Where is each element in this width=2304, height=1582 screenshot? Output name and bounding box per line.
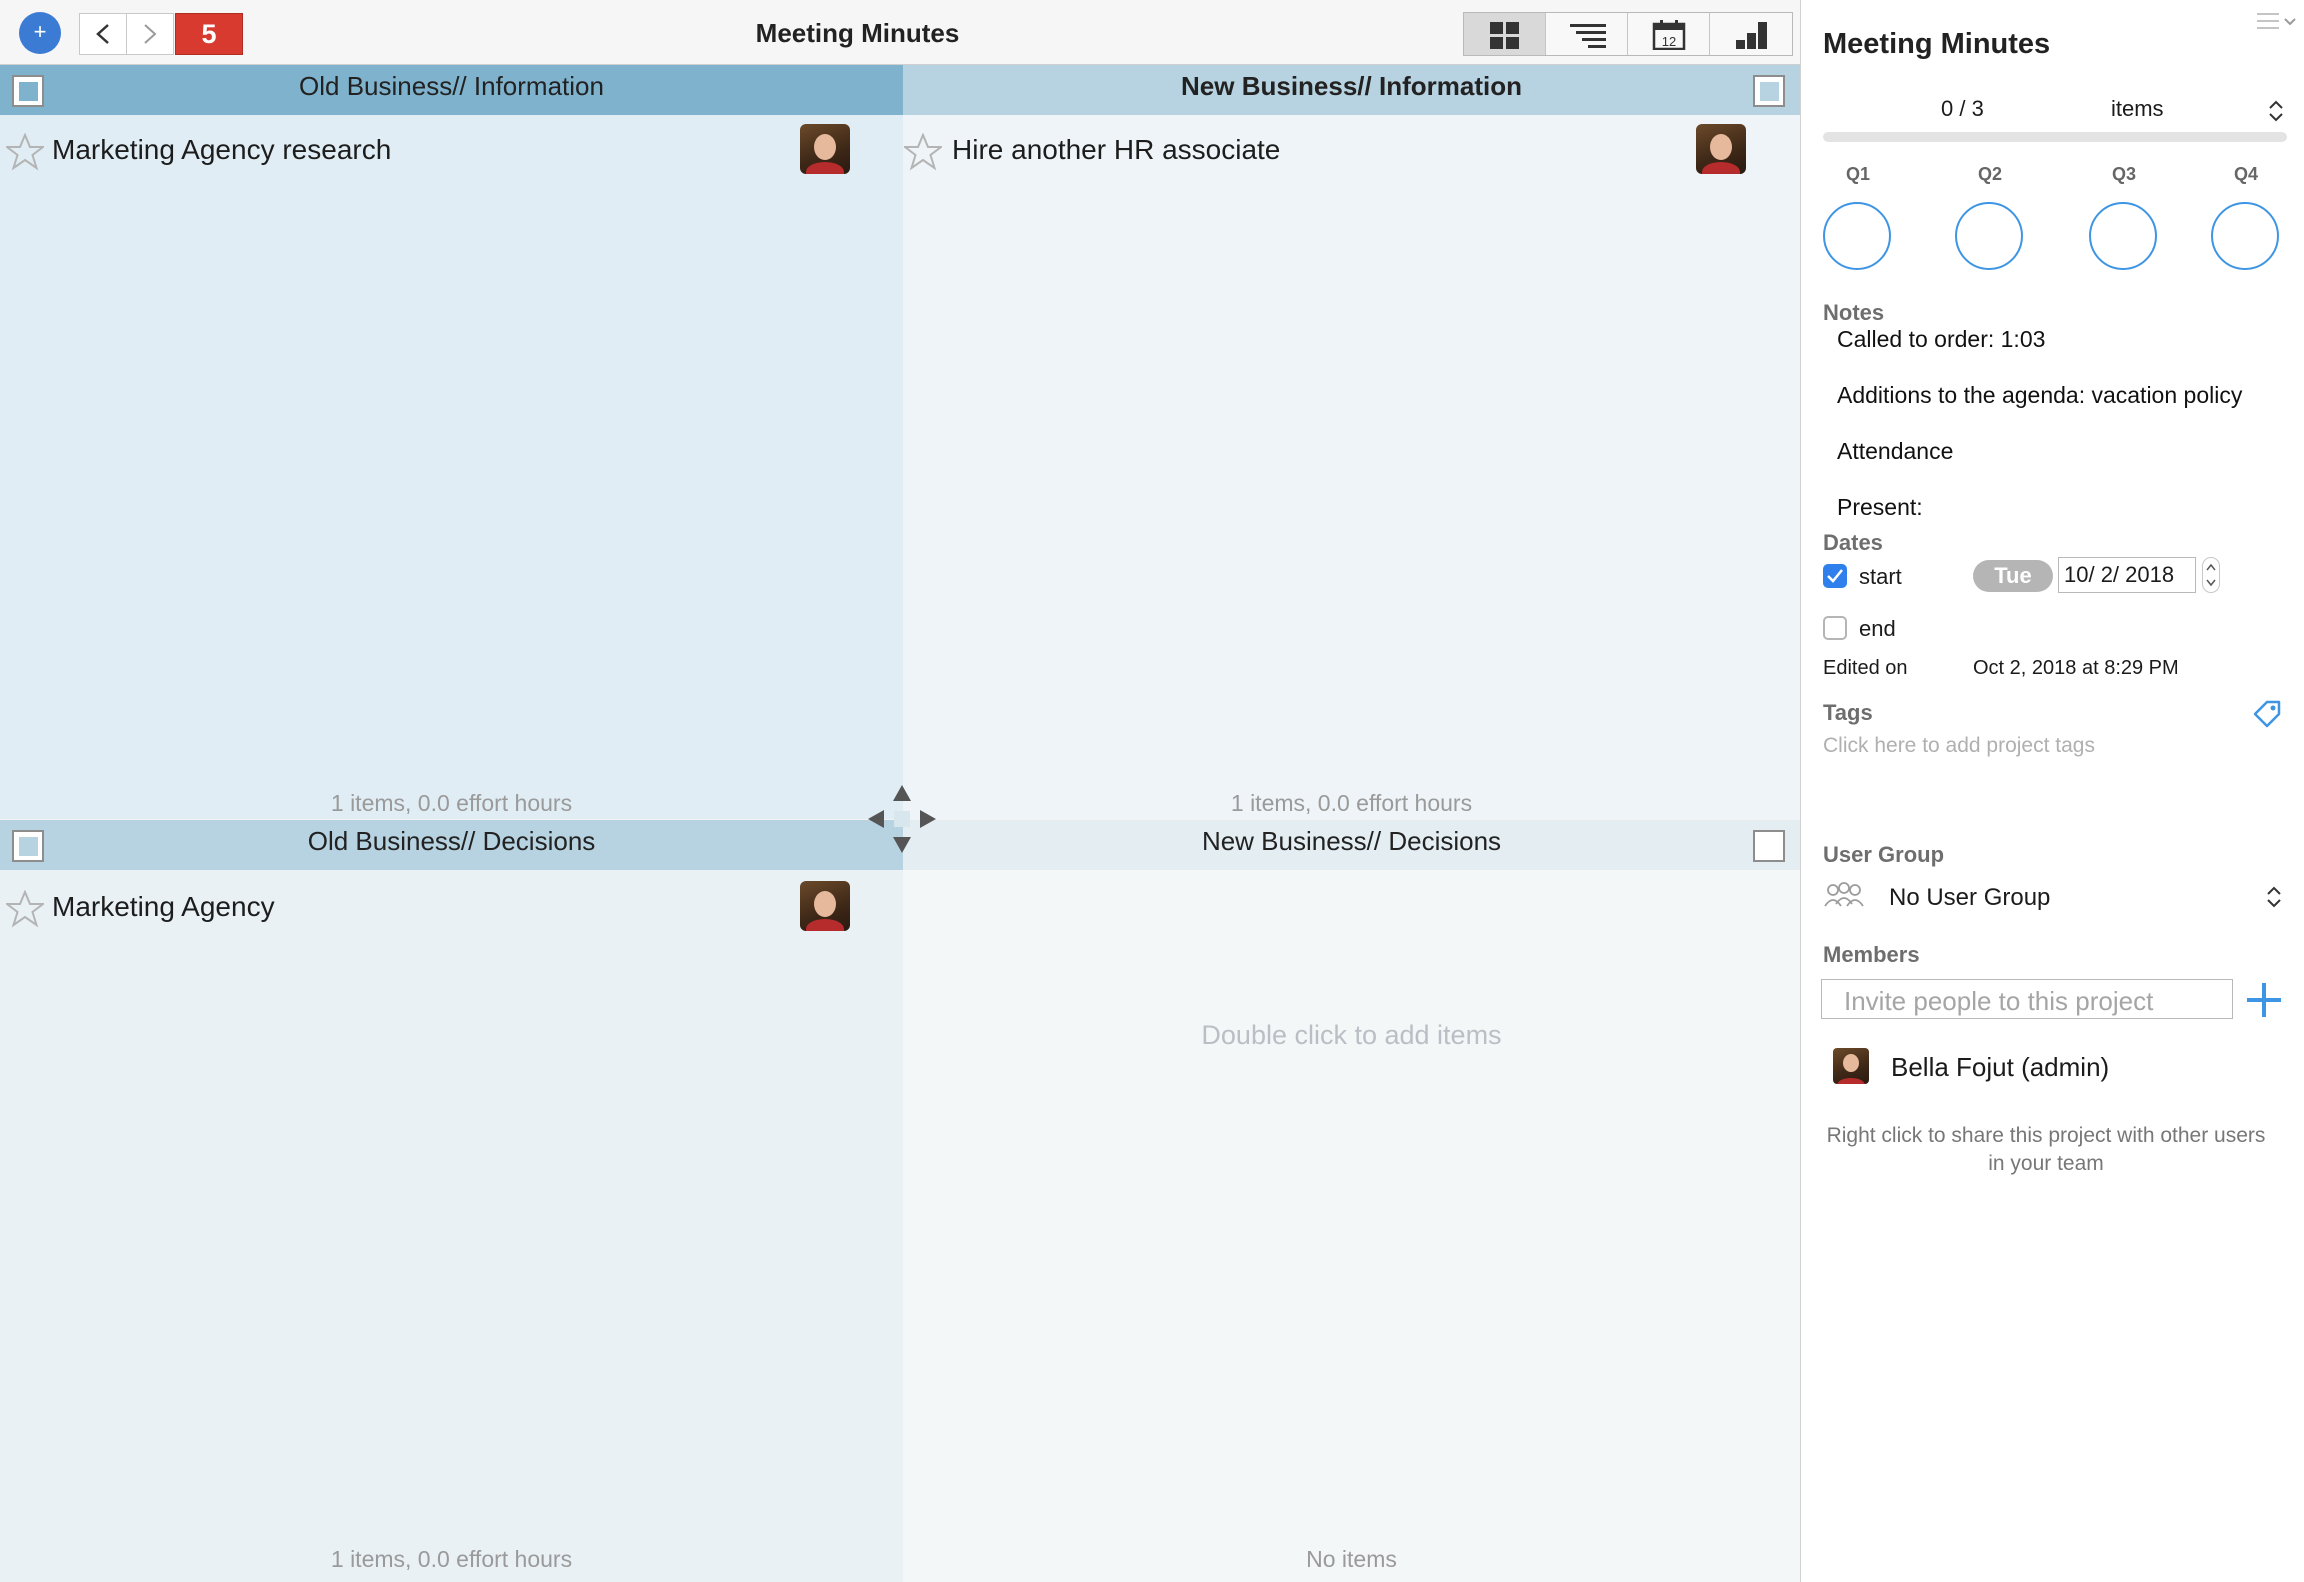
- date-stepper[interactable]: [2202, 557, 2220, 593]
- star-icon[interactable]: [904, 133, 942, 171]
- chevron-up-down-icon[interactable]: [2267, 98, 2285, 124]
- quadrant-old-business-information[interactable]: Old Business// Information Marketing Age…: [0, 65, 903, 819]
- note-line: Attendance: [1837, 438, 1954, 464]
- calendar-day-number: 12: [1662, 34, 1676, 49]
- quadrant-new-business-decisions[interactable]: New Business// Decisions Double click to…: [903, 820, 1800, 1582]
- assignee-avatar[interactable]: [800, 124, 850, 174]
- quadrant-header: Old Business// Information: [0, 65, 903, 115]
- outline-list-icon: [1570, 24, 1606, 48]
- task-item[interactable]: Marketing Agency research: [0, 121, 903, 177]
- quadrant-title: New Business// Decisions: [1201, 826, 1502, 856]
- outline-view-button[interactable]: [1546, 13, 1628, 55]
- stepper-arrows-icon: [2206, 563, 2216, 587]
- tags-input[interactable]: Click here to add project tags: [1823, 734, 2095, 758]
- member-name: Bella Fojut (admin): [1891, 1052, 2110, 1082]
- start-date-checkbox[interactable]: [1823, 564, 1847, 588]
- progress-unit-label: items: [2111, 96, 2164, 121]
- end-date-checkbox[interactable]: [1823, 616, 1847, 640]
- quadrant-summary: 1 items, 0.0 effort hours: [1230, 790, 1473, 816]
- user-group-icon: [1824, 882, 1864, 907]
- quadrant-title: Old Business// Information: [299, 71, 604, 101]
- edited-on-label: Edited on: [1823, 657, 1908, 679]
- quadrant-title: New Business// Information: [1181, 71, 1522, 101]
- quarter-label-q2: Q2: [1977, 164, 2002, 184]
- progress-bar: [1823, 132, 2287, 142]
- chart-view-button[interactable]: [1710, 13, 1791, 55]
- edited-on-value: Oct 2, 2018 at 8:29 PM: [1973, 657, 2179, 679]
- quadrant-title: Old Business// Decisions: [307, 826, 596, 856]
- start-date-field[interactable]: 10/ 2/ 2018: [2058, 557, 2196, 593]
- quadrant-new-business-information[interactable]: New Business// Information Hire another …: [903, 65, 1800, 819]
- start-label: start: [1859, 564, 1902, 589]
- invite-people-input[interactable]: Invite people to this project: [1821, 979, 2233, 1019]
- notification-count-badge[interactable]: 5: [175, 13, 243, 55]
- chevron-up-down-icon[interactable]: [2265, 884, 2283, 910]
- bar-chart-icon: [1736, 22, 1767, 49]
- quadrant-header: Old Business// Decisions: [0, 820, 903, 870]
- quadrant-summary: 1 items, 0.0 effort hours: [330, 790, 573, 816]
- quarter-progress-q2[interactable]: [1955, 202, 2023, 270]
- quarter-progress-q4[interactable]: [2211, 202, 2279, 270]
- task-item[interactable]: Hire another HR associate: [903, 121, 1800, 177]
- quadrant-summary: No items: [1306, 1546, 1397, 1572]
- progress-unit-select[interactable]: items: [2111, 96, 2164, 122]
- quadrant-resize-handle-icon[interactable]: [866, 783, 938, 855]
- share-project-hint: Right click to share this project with o…: [1826, 1124, 2266, 1175]
- dates-label: Dates: [1823, 530, 1883, 555]
- tag-icon[interactable]: [2251, 698, 2283, 730]
- quarter-progress-q1[interactable]: [1823, 202, 1891, 270]
- end-label: end: [1859, 616, 1896, 641]
- member-avatar: [1833, 1048, 1869, 1084]
- start-weekday-pill: Tue: [1973, 560, 2053, 592]
- quarter-label-q3: Q3: [2111, 164, 2136, 184]
- calendar-icon: 12: [1652, 20, 1686, 50]
- members-label: Members: [1823, 942, 1920, 967]
- quarter-label-q4: Q4: [2233, 164, 2258, 184]
- note-line: Additions to the agenda: vacation policy: [1837, 382, 2243, 408]
- quadrant-select-checkbox[interactable]: [1753, 830, 1785, 862]
- add-member-plus-icon[interactable]: [2243, 979, 2285, 1021]
- matrix-view-button[interactable]: [1464, 13, 1546, 55]
- empty-quadrant-hint[interactable]: Double click to add items: [903, 1020, 1800, 1051]
- user-group-label: User Group: [1823, 842, 1945, 867]
- quadrant-summary: 1 items, 0.0 effort hours: [330, 1546, 573, 1572]
- window-title: Meeting Minutes: [755, 18, 960, 48]
- note-line: Called to order: 1:03: [1837, 326, 2046, 352]
- star-icon[interactable]: [6, 133, 44, 171]
- note-line: Present:: [1837, 494, 1923, 520]
- forward-button[interactable]: [126, 13, 174, 55]
- add-item-button[interactable]: +: [19, 12, 61, 54]
- chevron-left-icon: [96, 24, 109, 44]
- chevron-right-icon: [144, 24, 157, 44]
- quarter-label-q1: Q1: [1845, 164, 1870, 184]
- task-item[interactable]: Marketing Agency: [0, 878, 903, 934]
- quadrant-header: New Business// Decisions: [903, 820, 1800, 870]
- notes-editor[interactable]: Called to order: 1:03 Additions to the a…: [1801, 326, 2304, 526]
- quadrant-old-business-decisions[interactable]: Old Business// Decisions Marketing Agenc…: [0, 820, 903, 1582]
- project-inspector-panel: Meeting Minutes 0 / 3 items Q1 Q2 Q3 Q4 …: [1800, 0, 2304, 1582]
- task-label: Marketing Agency: [52, 891, 275, 922]
- view-switcher: 12: [1463, 12, 1793, 56]
- toolbar: + 5 Meeting Minutes 12: [0, 0, 1800, 65]
- assignee-avatar[interactable]: [1696, 124, 1746, 174]
- progress-count: 0 / 3: [1941, 96, 1984, 121]
- user-group-select[interactable]: No User Group: [1889, 884, 2050, 912]
- checkmark-icon: [1827, 569, 1843, 583]
- panel-menu-icon[interactable]: [2255, 10, 2299, 34]
- task-label: Marketing Agency research: [52, 134, 392, 165]
- assignee-avatar[interactable]: [800, 881, 850, 931]
- calendar-view-button[interactable]: 12: [1628, 13, 1710, 55]
- quarter-progress-q3[interactable]: [2089, 202, 2157, 270]
- quadrant-select-checkbox[interactable]: [1753, 75, 1785, 107]
- project-title[interactable]: Meeting Minutes: [1823, 28, 2050, 61]
- member-row[interactable]: Bella Fojut (admin): [1801, 1044, 2304, 1092]
- grid-icon: [1490, 22, 1519, 49]
- task-label: Hire another HR associate: [952, 134, 1281, 165]
- star-icon[interactable]: [6, 890, 44, 928]
- notes-label: Notes: [1823, 300, 1885, 325]
- tags-label: Tags: [1823, 700, 1873, 725]
- quadrant-header: New Business// Information: [903, 65, 1800, 115]
- back-button[interactable]: [79, 13, 127, 55]
